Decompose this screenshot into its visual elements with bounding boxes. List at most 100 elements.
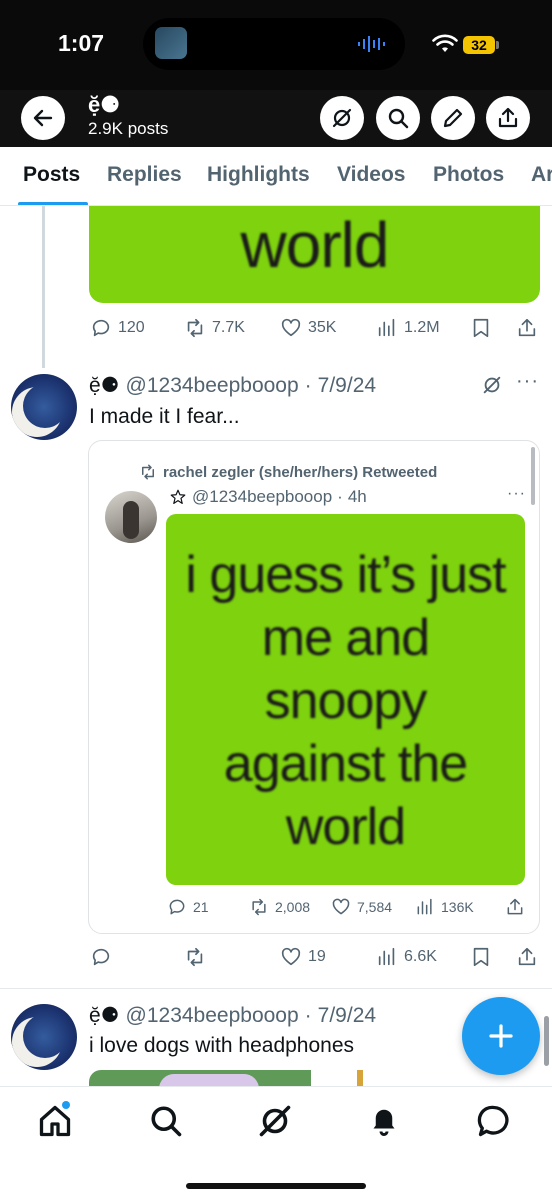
post-date[interactable]: 7/9/24 (318, 374, 376, 398)
post-media[interactable]: world (89, 206, 540, 303)
reply-button[interactable] (90, 946, 112, 968)
tab-highlights[interactable]: Highlights (207, 163, 310, 187)
share-icon (518, 947, 536, 966)
heart-icon (281, 947, 301, 966)
status-bar: 1:07 32 (0, 0, 552, 90)
repost-count: 2,008 (275, 899, 311, 915)
bookmark-icon (473, 318, 489, 338)
bookmark-icon (473, 947, 489, 967)
author-name[interactable]: ẹ̆⚈ (89, 1003, 120, 1028)
avatar-figure (123, 501, 139, 539)
back-button[interactable] (21, 96, 65, 140)
meta-separator: · (337, 487, 343, 506)
messages-icon[interactable] (476, 1103, 512, 1139)
like-button[interactable]: 35K (280, 317, 336, 339)
battery-tip (496, 41, 499, 49)
more-options-icon[interactable]: ··· (507, 485, 526, 503)
notification-dot (62, 1101, 70, 1109)
page-scrollbar[interactable] (544, 1016, 549, 1066)
views-button[interactable]: 1.2M (376, 317, 440, 339)
posts-count: 2.9K posts (88, 119, 169, 138)
quote-avatar[interactable] (105, 491, 157, 543)
plus-icon (489, 1024, 513, 1048)
view-count: 1.2M (404, 319, 440, 336)
views-icon (378, 318, 395, 337)
share-post-button[interactable] (516, 317, 538, 339)
meme-line: against the (223, 735, 468, 793)
like-button[interactable]: 7,584 (331, 897, 392, 917)
bookmark-button[interactable] (470, 946, 492, 968)
views-icon (378, 947, 395, 966)
post-media[interactable] (89, 1070, 311, 1086)
reply-button[interactable]: 120 (90, 317, 145, 339)
media-shape (357, 1070, 363, 1086)
share-button[interactable] (486, 96, 530, 140)
dynamic-island[interactable] (143, 18, 405, 70)
author-avatar[interactable] (11, 374, 77, 440)
views-icon (417, 898, 432, 915)
home-indicator[interactable] (186, 1183, 366, 1189)
quote-media[interactable]: i guess it’s just me and snoopy against … (166, 514, 525, 885)
reply-icon (92, 948, 110, 966)
repost-icon (187, 318, 203, 338)
repost-icon (187, 947, 203, 967)
search-button[interactable] (376, 96, 420, 140)
post-meta: ẹ̆⚈ @1234beepbooop · 7/9/24 (89, 1003, 376, 1028)
meme-line: i guess it’s just (185, 546, 506, 604)
like-button[interactable]: 19 (280, 946, 326, 968)
meta-separator: · (304, 373, 312, 397)
share-icon (507, 898, 523, 915)
bell-icon[interactable] (366, 1103, 402, 1139)
search-icon (388, 108, 409, 129)
post-media-second[interactable] (315, 1070, 465, 1086)
quote-meta: @1234beepbooop · 4h (169, 487, 367, 507)
tab-videos[interactable]: Videos (337, 163, 405, 187)
tab-replies[interactable]: Replies (107, 163, 182, 187)
author-avatar[interactable] (11, 1004, 77, 1070)
author-name[interactable]: ẹ̆⚈ (89, 373, 120, 398)
search-icon[interactable] (148, 1103, 184, 1139)
repost-icon (142, 464, 154, 480)
post-divider (0, 988, 552, 989)
share-post-button[interactable] (516, 946, 538, 968)
quote-time: 4h (347, 487, 367, 506)
retweeted-by-text: rachel zegler (she/her/hers) Retweeted (163, 463, 438, 481)
media-shape (159, 1074, 259, 1086)
heart-icon (281, 318, 301, 337)
profile-tabs: Posts Replies Highlights Videos Photos A… (0, 147, 552, 206)
tab-photos[interactable]: Photos (433, 163, 504, 187)
compose-button[interactable] (462, 997, 540, 1075)
views-button[interactable]: 6.6K (376, 946, 437, 968)
tab-posts[interactable]: Posts (23, 163, 80, 187)
audio-wave-icon (358, 36, 385, 52)
author-handle[interactable]: @1234beepbooop (126, 1004, 299, 1028)
repost-button[interactable]: 2,008 (249, 897, 310, 917)
share-icon (498, 107, 518, 128)
battery-level: 32 (463, 36, 495, 54)
repost-button[interactable]: 7.7K (184, 317, 245, 339)
thread-line (42, 206, 45, 368)
quote-handle[interactable]: @1234beepbooop (192, 487, 332, 507)
like-count: 19 (308, 948, 326, 965)
moon-graphic (23, 384, 67, 428)
tab-articles[interactable]: Ar (531, 163, 552, 187)
repost-button[interactable] (184, 946, 206, 968)
views-button[interactable]: 136K (415, 897, 474, 917)
star-icon (170, 489, 186, 504)
grok-icon[interactable] (257, 1103, 293, 1139)
share-post-button[interactable] (505, 897, 525, 917)
author-handle[interactable]: @1234beepbooop (126, 374, 299, 398)
more-options-icon[interactable]: ··· (516, 370, 539, 393)
arrow-left-icon (33, 109, 53, 127)
reply-button[interactable]: 21 (167, 897, 209, 917)
grok-button[interactable] (320, 96, 364, 140)
quoted-post[interactable]: rachel zegler (she/her/hers) Retweeted @… (88, 440, 540, 934)
bookmark-button[interactable] (470, 317, 492, 339)
reply-icon (92, 319, 110, 337)
grok-icon[interactable] (481, 374, 503, 396)
view-count: 136K (441, 899, 474, 915)
wifi-icon (432, 34, 458, 52)
post-date[interactable]: 7/9/24 (318, 1004, 376, 1028)
profile-header: ẹ̆⚈ 2.9K posts (0, 90, 552, 147)
edit-button[interactable] (431, 96, 475, 140)
